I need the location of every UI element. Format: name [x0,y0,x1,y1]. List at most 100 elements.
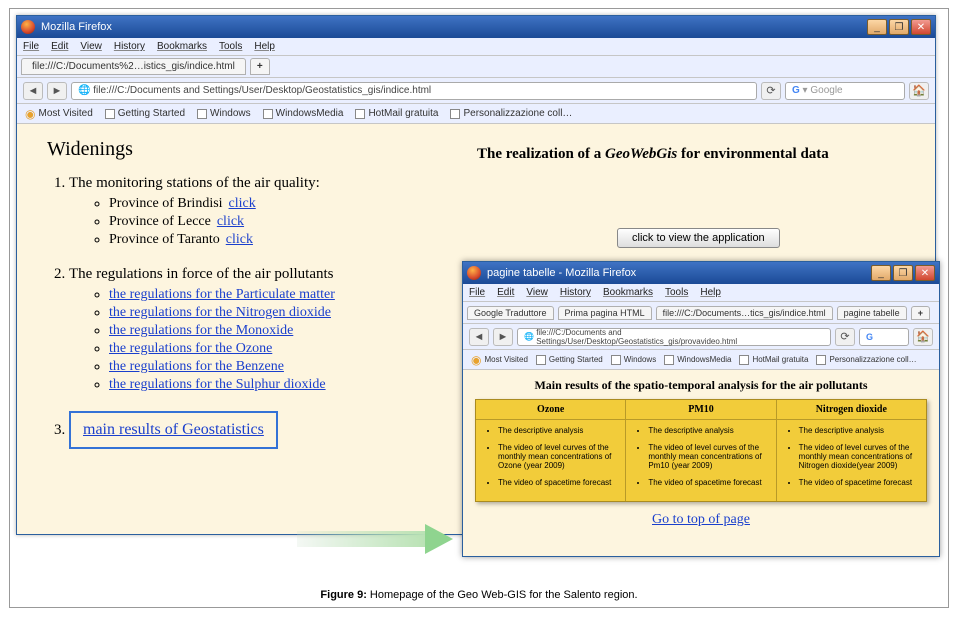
forward-button[interactable]: ► [493,328,513,346]
bm-hotmail[interactable]: HotMail gratuita [739,355,808,365]
col-header: Nitrogen dioxide [777,400,926,420]
back-button[interactable]: ◄ [469,328,489,346]
urlbar: ◄ ► 🌐 file:///C:/Documents and Settings/… [463,324,939,350]
star-icon: ◉ [25,107,35,121]
maximize-button[interactable]: ❐ [893,265,913,281]
bm-windowsmedia[interactable]: WindowsMedia [664,355,731,365]
no2-link-1[interactable]: The descriptive analysis [799,426,916,435]
view-application-button[interactable]: click to view the application [617,228,780,248]
reg-benzene[interactable]: the regulations for the Benzene [109,359,284,374]
menu-tools[interactable]: Tools [665,287,688,298]
pm10-link-3[interactable]: The video of spacetime forecast [648,478,765,487]
click-taranto[interactable]: click [226,232,253,247]
pm10-link-1[interactable]: The descriptive analysis [648,426,765,435]
page-icon [816,355,826,365]
menu-bookmarks[interactable]: Bookmarks [603,287,653,298]
ozone-link-1[interactable]: The descriptive analysis [498,426,615,435]
page2-heading: Main results of the spatio-temporal anal… [475,378,927,393]
tab-active[interactable]: file:///C:/Documents%2…istics_gis/indice… [21,58,246,75]
main-results-box: main results of Geostatistics [69,411,278,449]
page-icon [739,355,749,365]
url-input[interactable]: 🌐 file:///C:/Documents and Settings/User… [71,82,757,100]
results-table: Ozone The descriptive analysis The video… [475,399,927,502]
reload-button[interactable]: ⟳ [761,82,781,100]
window-title: Mozilla Firefox [41,21,112,33]
menu-edit[interactable]: Edit [51,41,68,52]
maximize-button[interactable]: ❐ [889,19,909,35]
col-header: PM10 [626,400,775,420]
ozone-link-2[interactable]: The video of level curves of the monthly… [498,443,615,470]
tab-new[interactable]: + [250,58,270,75]
tab-pagine-tabelle[interactable]: pagine tabelle [837,306,907,320]
menu-file[interactable]: File [469,287,485,298]
reg-co[interactable]: the regulations for the Monoxide [109,323,293,338]
menu-help[interactable]: Help [254,41,275,52]
menu-edit[interactable]: Edit [497,287,514,298]
menu-help[interactable]: Help [700,287,721,298]
bm-windowsmedia[interactable]: WindowsMedia [263,108,344,119]
reg-pm[interactable]: the regulations for the Particulate matt… [109,287,335,302]
page-icon [355,109,365,119]
firefox-icon [21,20,35,34]
bm-windows[interactable]: Windows [197,108,251,119]
reload-button[interactable]: ⟳ [835,328,855,346]
menu-tools[interactable]: Tools [219,41,242,52]
bm-personalizzazione[interactable]: Personalizzazione coll… [816,355,916,365]
close-button[interactable]: ✕ [915,265,935,281]
close-button[interactable]: ✕ [911,19,931,35]
page-icon [263,109,273,119]
click-lecce[interactable]: click [217,214,244,229]
minimize-button[interactable]: _ [871,265,891,281]
page-icon [197,109,207,119]
page2-content: Main results of the spatio-temporal anal… [463,370,939,556]
bm-windows[interactable]: Windows [611,355,656,365]
col-pm10: PM10 The descriptive analysis The video … [626,400,776,501]
figure-caption: Figure 9: Homepage of the Geo Web-GIS fo… [10,589,948,601]
main-results-link[interactable]: main results of Geostatistics [83,421,264,438]
go-to-top-link[interactable]: Go to top of page [652,512,750,527]
tabbar: file:///C:/Documents%2…istics_gis/indice… [17,56,935,78]
forward-button[interactable]: ► [47,82,67,100]
bm-most-visited[interactable]: ◉Most Visited [25,107,93,121]
home-button[interactable]: 🏠 [913,328,933,346]
tab-google-translate[interactable]: Google Traduttore [467,306,554,320]
minimize-button[interactable]: _ [867,19,887,35]
menu-file[interactable]: File [23,41,39,52]
menu-view[interactable]: View [526,287,548,298]
bookmarks-bar: ◉Most Visited Getting Started Windows Wi… [17,104,935,124]
tab-prima-pagina[interactable]: Prima pagina HTML [558,306,652,320]
menu-history[interactable]: History [114,41,145,52]
popup-firefox-window: pagine tabelle - Mozilla Firefox _ ❐ ✕ F… [462,261,940,557]
tab-new[interactable]: + [911,306,930,320]
menu-view[interactable]: View [80,41,102,52]
menu-bookmarks[interactable]: Bookmarks [157,41,207,52]
back-button[interactable]: ◄ [23,82,43,100]
no2-link-2[interactable]: The video of level curves of the monthly… [799,443,916,470]
no2-link-3[interactable]: The video of spacetime forecast [799,478,916,487]
search-input[interactable]: G ▾ Google [785,82,905,100]
reg-so2[interactable]: the regulations for the Sulphur dioxide [109,377,326,392]
menubar: File Edit View History Bookmarks Tools H… [463,284,939,302]
page-icon [450,109,460,119]
click-brindisi[interactable]: click [229,196,256,211]
bm-getting-started[interactable]: Getting Started [536,355,603,365]
titlebar: pagine tabelle - Mozilla Firefox _ ❐ ✕ [463,262,939,284]
reg-o3[interactable]: the regulations for the Ozone [109,341,272,356]
bookmarks-bar: ◉Most Visited Getting Started Windows Wi… [463,350,939,370]
bm-getting-started[interactable]: Getting Started [105,108,185,119]
star-icon: ◉ [471,353,481,367]
search-input[interactable]: G [859,328,909,346]
ozone-link-3[interactable]: The video of spacetime forecast [498,478,615,487]
reg-no2[interactable]: the regulations for the Nitrogen dioxide [109,305,331,320]
urlbar: ◄ ► 🌐 file:///C:/Documents and Settings/… [17,78,935,104]
tab-indice[interactable]: file:///C:/Documents…tics_gis/indice.htm… [656,306,833,320]
menu-history[interactable]: History [560,287,591,298]
bm-most-visited[interactable]: ◉Most Visited [471,353,528,367]
province-taranto: Province of Tarantoclick [109,232,905,248]
bm-personalizzazione[interactable]: Personalizzazione coll… [450,108,572,119]
url-input[interactable]: 🌐 file:///C:/Documents and Settings/User… [517,328,831,346]
pm10-link-2[interactable]: The video of level curves of the monthly… [648,443,765,470]
home-button[interactable]: 🏠 [909,82,929,100]
page-icon [536,355,546,365]
bm-hotmail[interactable]: HotMail gratuita [355,108,438,119]
